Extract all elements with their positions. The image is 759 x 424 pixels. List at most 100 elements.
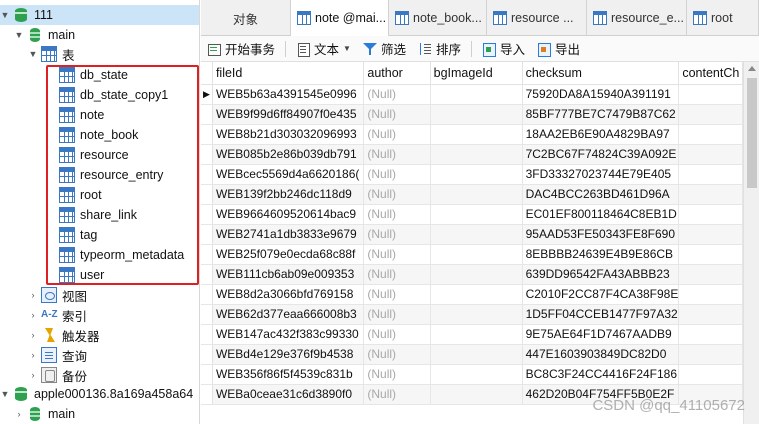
table-cell[interactable]: (Null) xyxy=(363,84,431,105)
column-header[interactable]: fileId xyxy=(212,62,365,85)
table-cell[interactable]: WEB111cb6ab09e009353 xyxy=(212,264,365,285)
table-cell[interactable]: 18AA2EB6E90A4829BA97 xyxy=(522,124,680,145)
table-cell[interactable]: (Null) xyxy=(363,284,431,305)
table-row[interactable]: WEB8d2a3066bfd769158 (Null) C2010F2CC87F4C… xyxy=(201,284,743,305)
row-selector[interactable] xyxy=(201,244,213,265)
table-cell[interactable]: 447E1603903849DC82D0 xyxy=(522,344,680,365)
tree-group-item[interactable]: › A-Z 索引 xyxy=(0,305,199,325)
expand-arrow-icon[interactable]: › xyxy=(28,285,38,305)
tree-table-item[interactable]: resource xyxy=(0,145,199,165)
table-cell[interactable]: WEBa0ceae31c6d3890f0 xyxy=(212,384,365,405)
row-selector[interactable] xyxy=(201,344,213,365)
row-selector[interactable] xyxy=(201,364,213,385)
expand-arrow-icon[interactable]: › xyxy=(28,345,38,365)
export-button[interactable]: 导出 xyxy=(531,37,586,61)
table-cell[interactable]: WEB62d377eaa666008b3 xyxy=(212,304,365,325)
table-cell[interactable]: 8EBBBB24639E4B9E86CB xyxy=(522,244,680,265)
table-cell[interactable]: WEB8b21d303032096993 xyxy=(212,124,365,145)
row-selector[interactable] xyxy=(201,104,213,125)
table-cell[interactable]: (Null) xyxy=(363,264,431,285)
table-cell[interactable]: WEB5b63a4391545e0996 xyxy=(212,84,365,105)
tab-item[interactable]: note_book... xyxy=(389,0,487,36)
table-cell[interactable] xyxy=(430,304,523,325)
table-row[interactable]: WEB147ac432f383c99330 (Null) 9E75AE64F1D74… xyxy=(201,324,743,345)
row-selector[interactable] xyxy=(201,304,213,325)
table-cell[interactable]: 3FD33327023744E79E405 xyxy=(522,164,680,185)
table-cell[interactable]: (Null) xyxy=(363,224,431,245)
table-cell[interactable]: BC8C3F24CC4416F24F186 xyxy=(522,364,680,385)
table-cell[interactable] xyxy=(430,324,523,345)
table-cell[interactable]: 1D5FF04CCEB1477F97A32 xyxy=(522,304,680,325)
row-selector[interactable] xyxy=(201,224,213,245)
table-cell[interactable]: WEB356f86f5f4539c831b xyxy=(212,364,365,385)
tree-table-item[interactable]: tag xyxy=(0,225,199,245)
import-button[interactable]: 导入 xyxy=(476,37,531,61)
table-row[interactable]: WEB9f99d6ff84907f0e435 (Null) 85BF777BE7C7… xyxy=(201,104,743,125)
tab-item[interactable]: resource_e... xyxy=(587,0,687,36)
table-cell[interactable]: WEB9f99d6ff84907f0e435 xyxy=(212,104,365,125)
table-cell[interactable] xyxy=(678,164,743,185)
tree-group-item[interactable]: › 触发器 xyxy=(0,325,199,345)
tree-group-item[interactable]: › 查询 xyxy=(0,345,199,365)
table-row[interactable]: WEB085b2e86b039db791 (Null) 7C2BC67F74824C… xyxy=(201,144,743,165)
filter-button[interactable]: 筛选 xyxy=(357,37,412,61)
column-header[interactable]: bgImageId xyxy=(430,62,523,85)
table-cell[interactable]: (Null) xyxy=(363,324,431,345)
tree-table-item[interactable]: root xyxy=(0,185,199,205)
table-cell[interactable] xyxy=(678,184,743,205)
row-selector[interactable] xyxy=(201,384,213,405)
table-row[interactable]: WEB356f86f5f4539c831b (Null) BC8C3F24CC441… xyxy=(201,364,743,385)
tree-schema-main[interactable]: ▼ main xyxy=(0,25,199,45)
table-cell[interactable] xyxy=(678,84,743,105)
table-cell[interactable] xyxy=(678,264,743,285)
tree-connection-apple[interactable]: ▼ apple000136.8a169a458a64 xyxy=(0,384,199,404)
table-cell[interactable] xyxy=(678,204,743,225)
table-cell[interactable]: WEB139f2bb246dc118d9 xyxy=(212,184,365,205)
table-cell[interactable]: (Null) xyxy=(363,184,431,205)
row-selector[interactable] xyxy=(201,164,213,185)
table-cell[interactable]: (Null) xyxy=(363,244,431,265)
table-cell[interactable]: WEBcec5569d4a6620186( xyxy=(212,164,365,185)
table-cell[interactable] xyxy=(430,264,523,285)
tree-table-item[interactable]: note xyxy=(0,105,199,125)
table-row[interactable]: WEB25f079e0ecda68c88f (Null) 8EBBBB24639E4… xyxy=(201,244,743,265)
tree-group-item[interactable]: › 视图 xyxy=(0,285,199,305)
table-row[interactable]: ▶ WEB5b63a4391545e0996 (Null) 75920DA8A1594… xyxy=(201,84,743,105)
collapse-arrow-icon[interactable]: ▼ xyxy=(14,25,24,45)
table-cell[interactable]: WEB2741a1db3833e9679 xyxy=(212,224,365,245)
table-cell[interactable] xyxy=(678,344,743,365)
row-selector[interactable] xyxy=(201,184,213,205)
tab-item[interactable]: note @mai... xyxy=(291,0,389,36)
column-header[interactable]: author xyxy=(363,62,431,85)
table-cell[interactable]: 85BF777BE7C7479B87C62 xyxy=(522,104,680,125)
table-row[interactable]: WEB62d377eaa666008b3 (Null) 1D5FF04CCEB147… xyxy=(201,304,743,325)
table-cell[interactable] xyxy=(430,284,523,305)
scrollbar-thumb[interactable] xyxy=(747,78,757,188)
expand-arrow-icon[interactable]: › xyxy=(28,365,38,385)
table-cell[interactable]: (Null) xyxy=(363,104,431,125)
row-selector[interactable] xyxy=(201,124,213,145)
scroll-up-arrow-icon[interactable] xyxy=(748,66,756,71)
row-selector[interactable]: ▶ xyxy=(201,84,213,105)
table-cell[interactable] xyxy=(678,284,743,305)
table-row[interactable]: WEB2741a1db3833e9679 (Null) 95AAD53FE50343… xyxy=(201,224,743,245)
table-cell[interactable] xyxy=(430,144,523,165)
table-cell[interactable]: (Null) xyxy=(363,304,431,325)
tree-tables-group[interactable]: ▼ 表 xyxy=(0,44,199,64)
table-cell[interactable] xyxy=(678,244,743,265)
table-cell[interactable]: (Null) xyxy=(363,384,431,405)
table-cell[interactable]: (Null) xyxy=(363,344,431,365)
tab-item[interactable]: resource ... xyxy=(487,0,587,36)
table-cell[interactable]: WEB25f079e0ecda68c88f xyxy=(212,244,365,265)
table-cell[interactable]: 9E75AE64F1D7467AADB9 xyxy=(522,324,680,345)
tree-group-item[interactable]: › 备份 xyxy=(0,365,199,385)
table-row[interactable]: WEB139f2bb246dc118d9 (Null) DAC4BCC263BD46… xyxy=(201,184,743,205)
table-cell[interactable] xyxy=(678,304,743,325)
tree-table-item[interactable]: typeorm_metadata xyxy=(0,245,199,265)
row-selector[interactable] xyxy=(201,144,213,165)
table-cell[interactable] xyxy=(430,224,523,245)
table-cell[interactable] xyxy=(430,344,523,365)
table-cell[interactable] xyxy=(430,184,523,205)
table-cell[interactable]: WEB8d2a3066bfd769158 xyxy=(212,284,365,305)
table-cell[interactable]: WEBd4e129e376f9b4538 xyxy=(212,344,365,365)
